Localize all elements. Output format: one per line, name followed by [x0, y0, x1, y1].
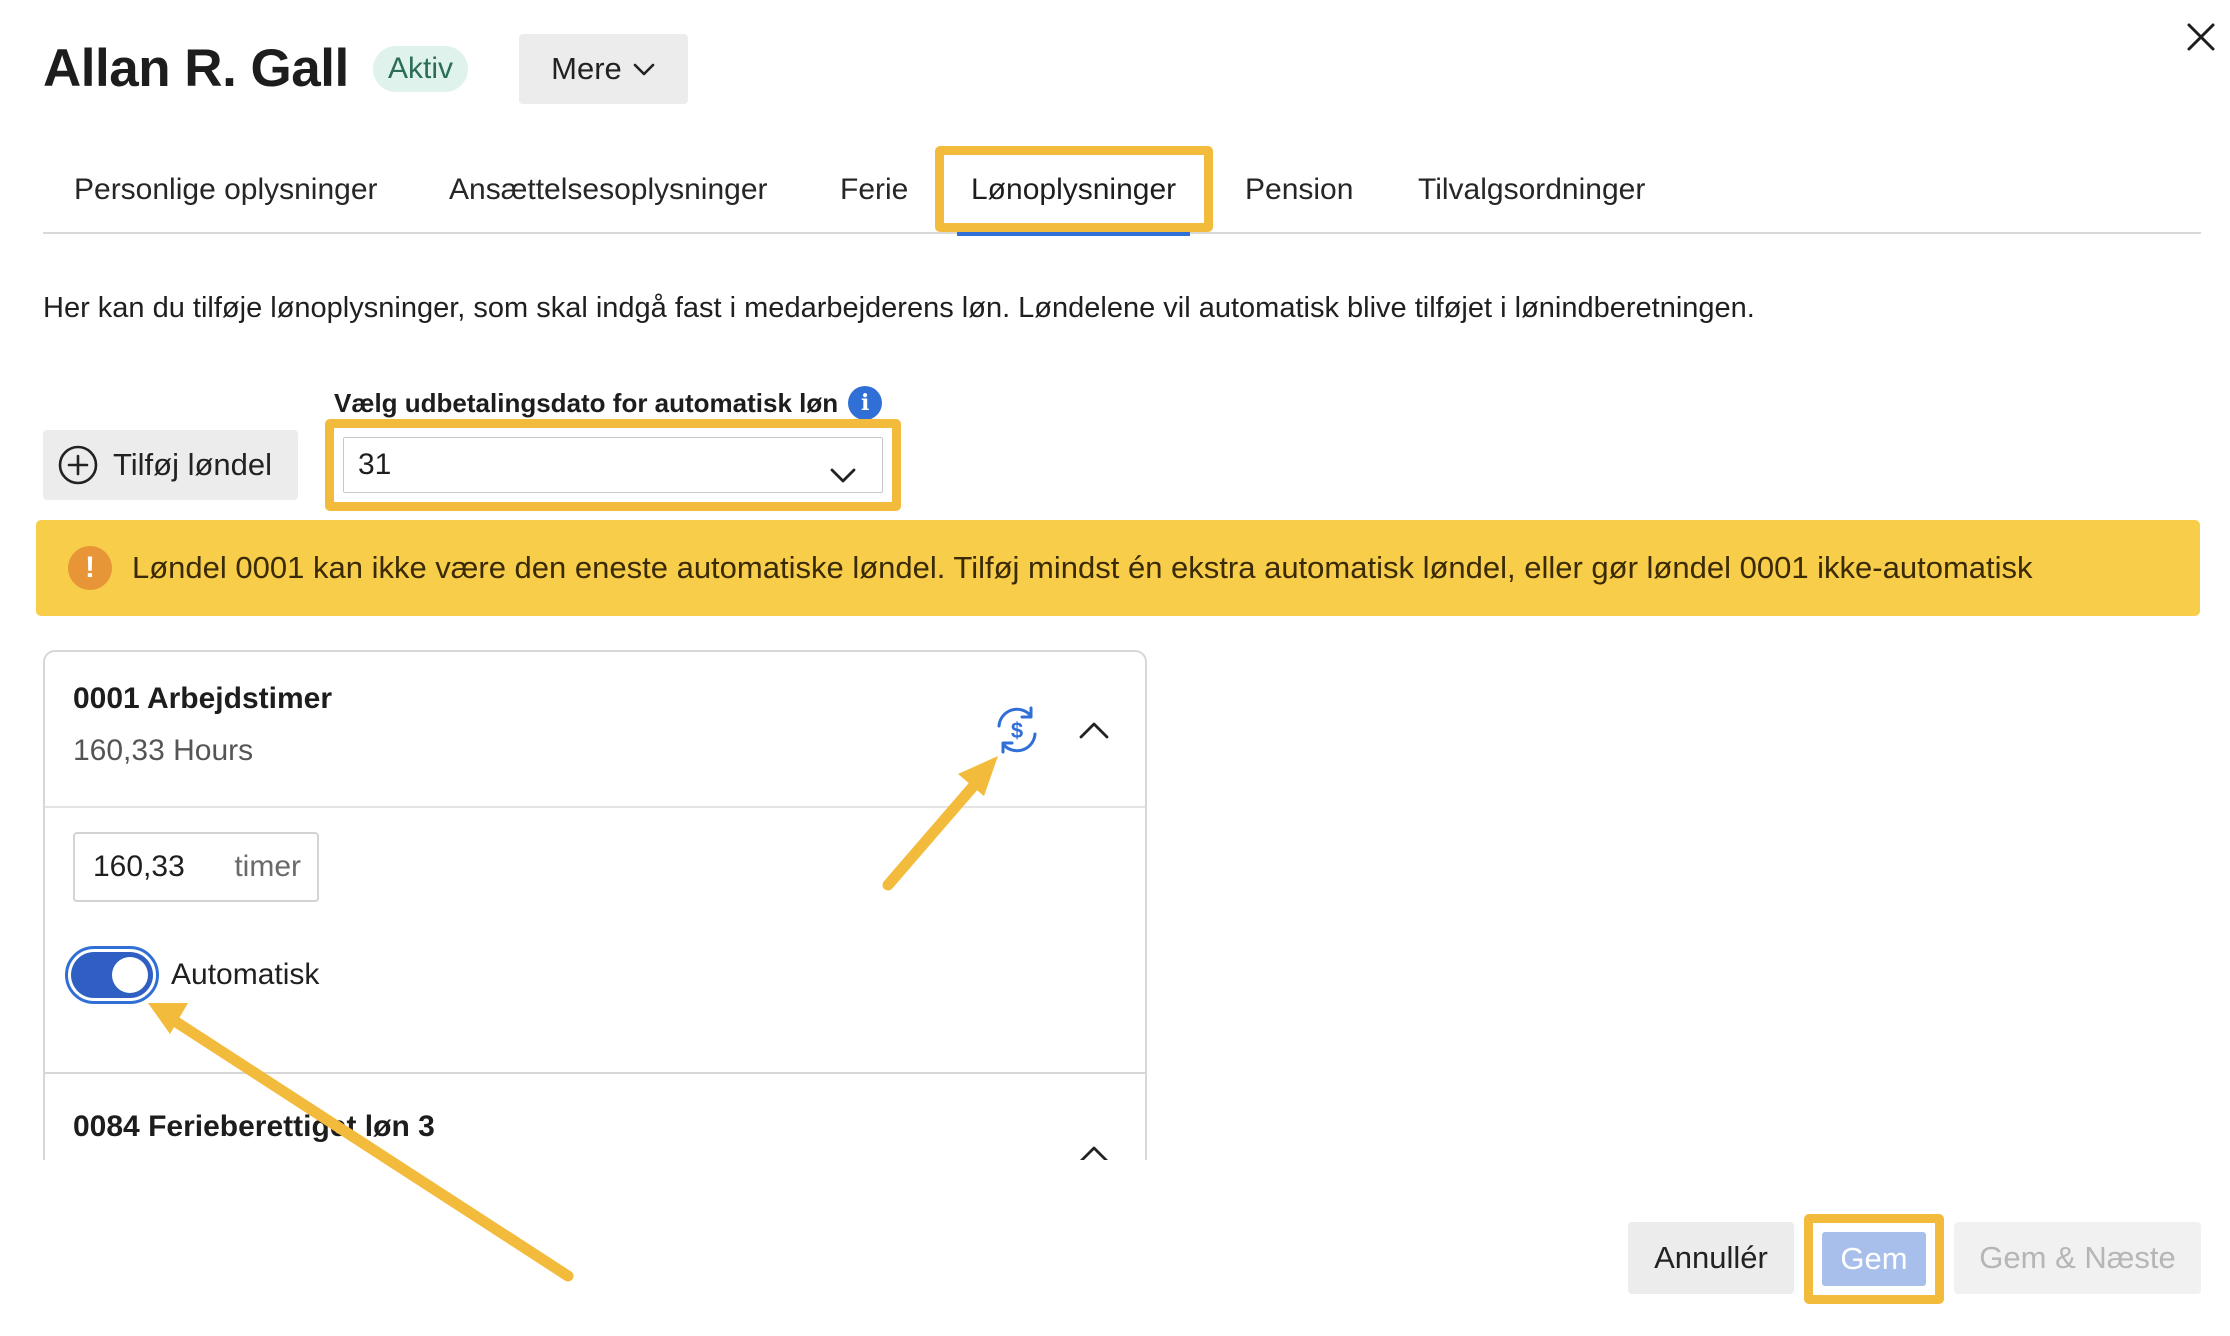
card-divider	[45, 806, 1145, 808]
save-button-highlight: Gem	[1804, 1214, 1944, 1304]
card-divider	[45, 1072, 1145, 1074]
close-icon	[2187, 23, 2215, 51]
hours-value: 160,33	[93, 850, 185, 883]
employee-name: Allan R. Gall	[43, 39, 349, 98]
payout-date-select[interactable]: 31	[343, 437, 883, 493]
tab-employment-info[interactable]: Ansættelsesoplysninger	[449, 158, 768, 234]
warning-icon: !	[68, 546, 112, 590]
payout-date-highlight: 31	[325, 419, 901, 511]
cancel-button[interactable]: Annullér	[1628, 1222, 1794, 1294]
status-badge: Aktiv	[373, 46, 469, 92]
svg-text:$: $	[1011, 718, 1023, 743]
pay-item-card: 0001 Arbejdstimer 160,33 Hours $ 160,33 …	[43, 650, 1147, 1160]
hours-input[interactable]: 160,33 timer	[73, 832, 319, 902]
automatic-toggle-label: Automatisk	[171, 958, 320, 991]
automatic-toggle[interactable]	[65, 946, 159, 1004]
payout-date-value: 31	[358, 448, 392, 481]
chevron-up-icon[interactable]	[1075, 712, 1113, 750]
plus-circle-icon	[58, 445, 98, 485]
tab-personal-info[interactable]: Personlige oplysninger	[74, 158, 378, 234]
payout-date-label: Vælg udbetalingsdato for automatisk løn …	[334, 386, 883, 420]
add-pay-item-label: Tilføj løndel	[113, 447, 273, 482]
tab-pension[interactable]: Pension	[1245, 158, 1353, 234]
description-text: Her kan du tilføje lønoplysninger, som s…	[43, 292, 1755, 324]
payout-date-label-text: Vælg udbetalingsdato for automatisk løn	[334, 387, 839, 418]
chevron-down-icon	[633, 63, 655, 76]
info-icon[interactable]: i	[848, 386, 883, 420]
warning-text: Løndel 0001 kan ikke være den eneste aut…	[132, 550, 2033, 585]
pay-item-title: 0001 Arbejdstimer	[73, 682, 333, 715]
pay-item-title: 0084 Ferieberettiget løn 3	[73, 1110, 435, 1143]
hours-unit: timer	[234, 850, 301, 883]
warning-banner: ! Løndel 0001 kan ikke være den eneste a…	[36, 520, 2200, 616]
tab-highlight-box	[935, 146, 1213, 232]
automatic-toggle-row: Automatisk	[65, 946, 319, 1004]
more-button[interactable]: Mere	[519, 34, 688, 104]
add-pay-item-button[interactable]: Tilføj løndel	[43, 430, 298, 500]
tab-vacation[interactable]: Ferie	[840, 158, 908, 234]
tab-add-ons[interactable]: Tilvalgsordninger	[1418, 158, 1645, 234]
sync-salary-icon[interactable]: $	[989, 702, 1045, 758]
pay-item-subtitle: 160,33 Hours	[73, 734, 254, 767]
chevron-down-icon	[830, 468, 856, 483]
save-next-button[interactable]: Gem & Næste	[1954, 1222, 2201, 1294]
save-button[interactable]: Gem	[1822, 1232, 1926, 1286]
close-button[interactable]	[2178, 14, 2224, 60]
more-button-label: Mere	[551, 51, 622, 86]
chevron-up-icon[interactable]	[1075, 1136, 1113, 1160]
